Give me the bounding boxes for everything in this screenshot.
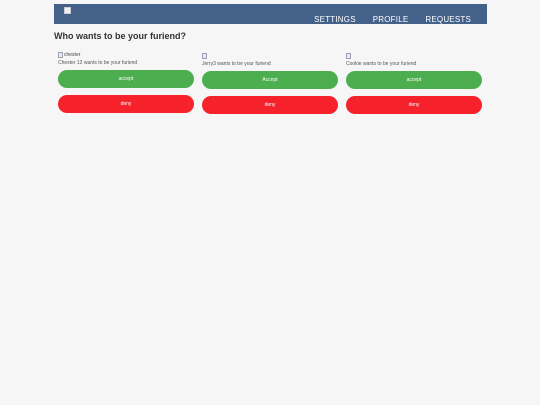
- broken-image-icon: [346, 52, 351, 59]
- nav-requests-link[interactable]: REQUESTS: [425, 15, 471, 24]
- request-text: Jerry3 wants to be your furiend: [202, 61, 271, 67]
- avatar: chester: [58, 51, 194, 58]
- page-title: Who wants to be your furiend?: [54, 31, 186, 41]
- request-text: Chester 12 wants to be your furiend: [58, 60, 138, 66]
- accept-button[interactable]: Accept: [202, 71, 338, 89]
- friend-request-card: chester Chester 12 wants to be your furi…: [58, 51, 194, 113]
- deny-button[interactable]: deny: [58, 95, 194, 113]
- friend-request-card: Jerry3 wants to be your furiend Accept d…: [202, 52, 338, 114]
- logo-broken-image-icon[interactable]: [64, 7, 71, 14]
- nav-profile-link[interactable]: PROFILE: [373, 15, 409, 24]
- navbar: SETTINGS PROFILE REQUESTS: [54, 4, 487, 24]
- friend-request-card: Cookie wants to be your furiend accept d…: [346, 52, 482, 114]
- deny-button[interactable]: deny: [202, 96, 338, 114]
- nav-settings-link[interactable]: SETTINGS: [314, 15, 356, 24]
- avatar: [202, 52, 338, 59]
- accept-button[interactable]: accept: [346, 71, 482, 89]
- avatar-alt-text: chester: [64, 51, 81, 58]
- broken-image-icon: [202, 52, 207, 59]
- nav-links: SETTINGS PROFILE REQUESTS: [314, 15, 471, 24]
- deny-button[interactable]: deny: [346, 96, 482, 114]
- broken-image-icon: [58, 51, 63, 58]
- avatar: [346, 52, 482, 59]
- accept-button[interactable]: accept: [58, 70, 194, 88]
- request-text: Cookie wants to be your furiend: [346, 61, 417, 67]
